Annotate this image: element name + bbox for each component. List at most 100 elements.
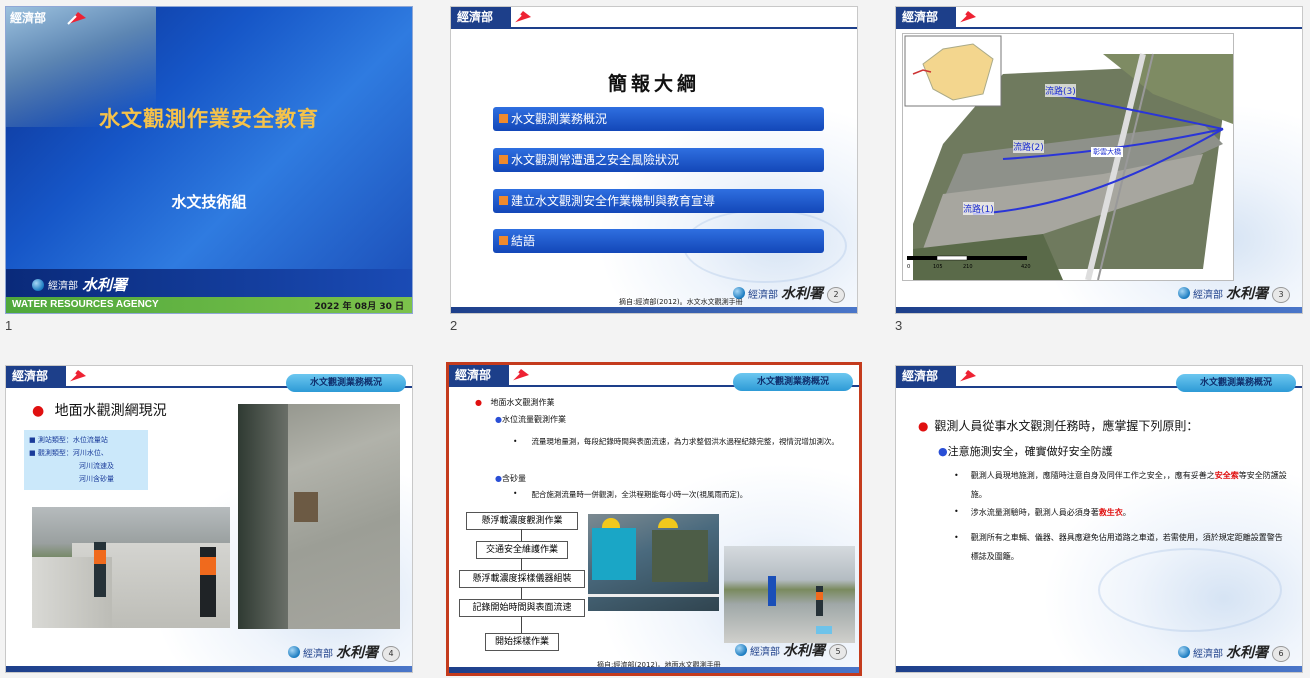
brand-box: 經濟部 [896, 366, 956, 386]
slide-thumbnail-2[interactable]: 經濟部 簡報大綱 水文觀測業務概況 水文觀測常遭遇之安全風險狀況 建立水文觀測安… [450, 6, 858, 314]
agency-globe-icon [735, 644, 747, 656]
footer-bar [896, 666, 1302, 672]
flowchart-step-5: 開始採樣作業 [485, 633, 559, 651]
bullet-level-3a: • 流量現地量測，每段紀錄時間與表面流速，為力求整個洪水過程紀錄完整，視情況增加… [513, 433, 849, 450]
map-scale-105: 105 [933, 264, 943, 270]
footer-bar [451, 307, 857, 313]
map-label-route-1: 流路(1) [963, 202, 994, 215]
page-number-badge: 5 [829, 644, 847, 660]
square-bullet-icon [499, 114, 508, 123]
footer-bar [896, 307, 1302, 313]
slide-number-2: 2 [450, 318, 458, 333]
footer-logo: 經濟部 水利署 [733, 283, 823, 303]
page-number-badge: 2 [827, 287, 845, 303]
brand-swoosh-icon [67, 12, 86, 25]
flowchart-step-1: 懸浮載濃度觀測作業 [466, 512, 578, 530]
subheading: ●注意施測安全，確實做好安全防護 [938, 445, 1113, 458]
footer-bar [449, 667, 859, 673]
flow-arrow [521, 616, 522, 633]
slide-number-3: 3 [895, 318, 903, 333]
brand-box: 經濟部 [451, 7, 511, 27]
bullet-icon: • [954, 471, 959, 480]
river-map: 流路(3) 流路(2) 彰雲大橋 流路(1) 0 105 210 420 [902, 33, 1234, 281]
footer-logo: 經濟部 水利署 [1178, 642, 1268, 662]
page-number-badge: 4 [382, 646, 400, 662]
bullet-icon: ● [938, 445, 948, 458]
bullet-icon: ● [918, 419, 929, 433]
brand-box: 經濟部 [10, 11, 47, 25]
brand-swoosh-icon [957, 11, 976, 24]
brand-box: 經濟部 [6, 366, 66, 386]
map-label-route-2: 流路(2) [1013, 140, 1044, 153]
agency-globe-icon [32, 278, 44, 291]
slide-thumbnail-4[interactable]: 經濟部 水文觀測業務概況 ● 地面水觀測網現況 ■ 測站類型：水位流量站 ■ 觀… [5, 365, 413, 673]
footer-logo: 經濟部 水利署 [1178, 283, 1268, 303]
aerial-map-graphic [904, 35, 1233, 280]
map-label-bridge: 彰雲大橋 [1091, 147, 1123, 157]
agency-globe-icon [288, 646, 300, 658]
square-bullet-icon [499, 155, 508, 164]
bullet-level-3b: • 配合施測流量時一併觀測，全洪程期能每小時一次(視風雨而定)。 [513, 489, 748, 499]
square-bullet-icon [499, 196, 508, 205]
section-tag: 水文觀測業務概況 [1176, 374, 1296, 392]
flow-arrow [521, 587, 522, 599]
citation: 摘自:經濟部(2012)。水文水文觀測手冊 [619, 298, 743, 306]
agency-english: WATER RESOURCES AGENCY [12, 299, 159, 310]
bullet-icon: ● [495, 415, 502, 424]
page-number-badge: 3 [1272, 287, 1290, 303]
flowchart-step-3: 懸浮載濃度採樣儀器組裝 [459, 570, 585, 588]
section-tag: 水文觀測業務概況 [286, 374, 406, 392]
slide-thumbnail-3[interactable]: 經濟部 流路(3) 流路(2) 彰雲大橋 流路(1) 0 105 210 420 [895, 6, 1303, 314]
slide-thumbnail-5[interactable]: 經濟部 水文觀測業務概況 ● 地面水文觀測作業 ●水位流量觀測作業 • 流量現地… [446, 362, 862, 676]
footer-logo: 經濟部 水利署 [288, 642, 378, 662]
slide-thumbnail-1[interactable]: 經濟部 水文觀測作業安全教育 水文技術組 經濟部 水利署 WATER RESOU… [5, 6, 413, 314]
slide-subtitle: 水文技術組 [171, 193, 247, 211]
bullet-icon: ● [32, 403, 45, 419]
map-scale-420: 420 [1021, 264, 1031, 270]
map-scale-0: 0 [907, 264, 911, 270]
slide-thumbnail-6[interactable]: 經濟部 水文觀測業務概況 ● 觀測人員從事水文觀測任務時，應掌握下列原則： ●注… [895, 365, 1303, 673]
bullet-level-2b: ●含砂量 [495, 474, 526, 483]
agency-globe-icon [733, 287, 745, 299]
bridge-sampling-photo [724, 546, 855, 643]
sampling-photo [588, 514, 719, 611]
slide-number-1: 1 [5, 318, 13, 333]
slide-title: 簡報大綱 [607, 73, 700, 95]
brand-swoosh-icon [67, 370, 86, 383]
map-label-route-3: 流路(3) [1045, 84, 1076, 97]
brand-swoosh-icon [512, 11, 531, 24]
rule-3: • 觀測所有之車輛、儀器、器具應避免佔用道路之車道，若需使用，須於規定距離設置警… [954, 528, 1288, 566]
footer-logo: 經濟部 水利署 [735, 640, 825, 660]
brand-swoosh-icon [510, 369, 529, 382]
page-number-badge: 6 [1272, 646, 1290, 662]
section-tag: 水文觀測業務概況 [733, 373, 853, 391]
agency-globe-icon [1178, 287, 1190, 299]
bullet-level-1: ● 地面水文觀測作業 [475, 398, 555, 407]
flow-arrow [521, 558, 522, 570]
agency-cn: 經濟部 [48, 281, 78, 292]
bullet-icon: ● [495, 474, 502, 483]
outline-item-4: 結語 [493, 229, 824, 253]
flowchart-step-2: 交通安全維護作業 [476, 541, 568, 559]
slide-title: 水文觀測作業安全教育 [99, 107, 319, 131]
footer-bar [6, 666, 412, 672]
worker-figure [94, 542, 106, 597]
brand-box: 經濟部 [449, 365, 509, 385]
map-scale-210: 210 [963, 264, 973, 270]
slide-date: 2022 年 08月 30 日 [314, 302, 404, 312]
slide-heading: ● 觀測人員從事水文觀測任務時，應掌握下列原則： [918, 419, 1199, 433]
flowchart-step-4: 記錄開始時間與表面流速 [459, 599, 585, 617]
header-line [451, 27, 857, 29]
bullet-icon: • [954, 507, 959, 516]
agency-globe-icon [1178, 646, 1190, 658]
outline-item-1: 水文觀測業務概況 [493, 107, 824, 131]
bullet-icon: • [513, 489, 518, 498]
slide-heading: ● 地面水觀測網現況 [32, 403, 167, 419]
rule-2: • 涉水流量測驗時，觀測人員必須身著救生衣。 [954, 507, 1131, 517]
bullet-icon: ● [475, 398, 482, 407]
agency-logo-text: 水利署 [82, 276, 128, 294]
agency-logo: 經濟部 水利署 [32, 274, 127, 295]
rule-1: • 觀測人員現地施測，應隨時注意自身及同伴工作之安全，，應有妥善之安全索等安全防… [954, 466, 1288, 504]
bullet-icon: • [513, 437, 518, 446]
bridge-photo [32, 507, 230, 628]
